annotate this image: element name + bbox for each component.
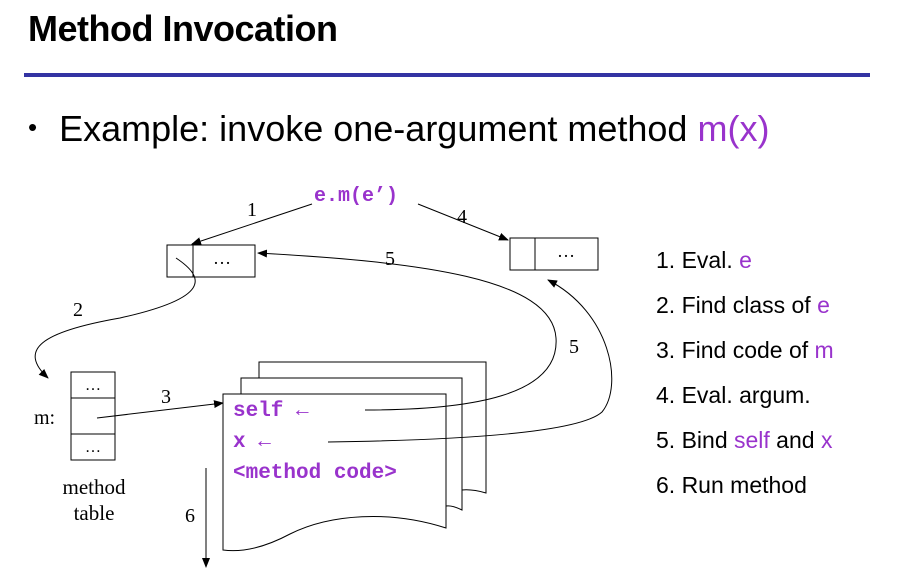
method-table-caption-line2: table bbox=[74, 501, 115, 525]
arrow-5-x-label: 5 bbox=[569, 336, 579, 358]
step-5: 5. Bind self and x bbox=[656, 427, 833, 453]
method-slot-label: m: bbox=[34, 407, 55, 429]
slide: Method Invocation • Example: invoke one-a… bbox=[0, 0, 912, 571]
arrow-3-label: 3 bbox=[161, 386, 171, 408]
object-e-fields: … bbox=[213, 248, 231, 268]
step-6: 6. Run method bbox=[656, 472, 807, 498]
step-3: 3. Find code of m bbox=[656, 337, 834, 363]
arrow-6-label: 6 bbox=[185, 505, 195, 527]
step-2: 2. Find class of e bbox=[656, 292, 830, 318]
self-binding: self ← bbox=[233, 400, 309, 423]
arrow-1-label: 1 bbox=[247, 199, 257, 221]
arrow-4-label: 4 bbox=[457, 206, 467, 228]
argument-object-fields: … bbox=[557, 241, 575, 261]
method-table-caption-line1: method bbox=[63, 475, 126, 499]
step-5-highlight: self bbox=[734, 427, 770, 453]
step-5-highlight-2: x bbox=[820, 427, 833, 453]
x-binding: x ← bbox=[233, 431, 271, 454]
argument-object-box: … bbox=[509, 237, 599, 271]
step-2-highlight: e bbox=[817, 292, 830, 318]
method-code: <method code> bbox=[233, 462, 397, 485]
activation-record-stack bbox=[222, 361, 487, 552]
method-table-bottom-fields: … bbox=[85, 439, 101, 456]
steps-list: 1. Eval. e 2. Find class of e 3. Find co… bbox=[656, 242, 834, 512]
arrow-5-self-label: 5 bbox=[385, 248, 395, 270]
step-1: 1. Eval. e bbox=[656, 247, 752, 273]
call-expression: e.m(e’) bbox=[314, 185, 398, 208]
arrow-2-label: 2 bbox=[73, 299, 83, 321]
method-table: … … bbox=[70, 371, 116, 461]
method-table-top-fields: … bbox=[85, 377, 101, 394]
step-4: 4. Eval. argum. bbox=[656, 382, 811, 408]
step-1-highlight: e bbox=[739, 247, 752, 273]
arrow-3 bbox=[96, 400, 224, 419]
step-3-highlight: m bbox=[814, 337, 834, 363]
